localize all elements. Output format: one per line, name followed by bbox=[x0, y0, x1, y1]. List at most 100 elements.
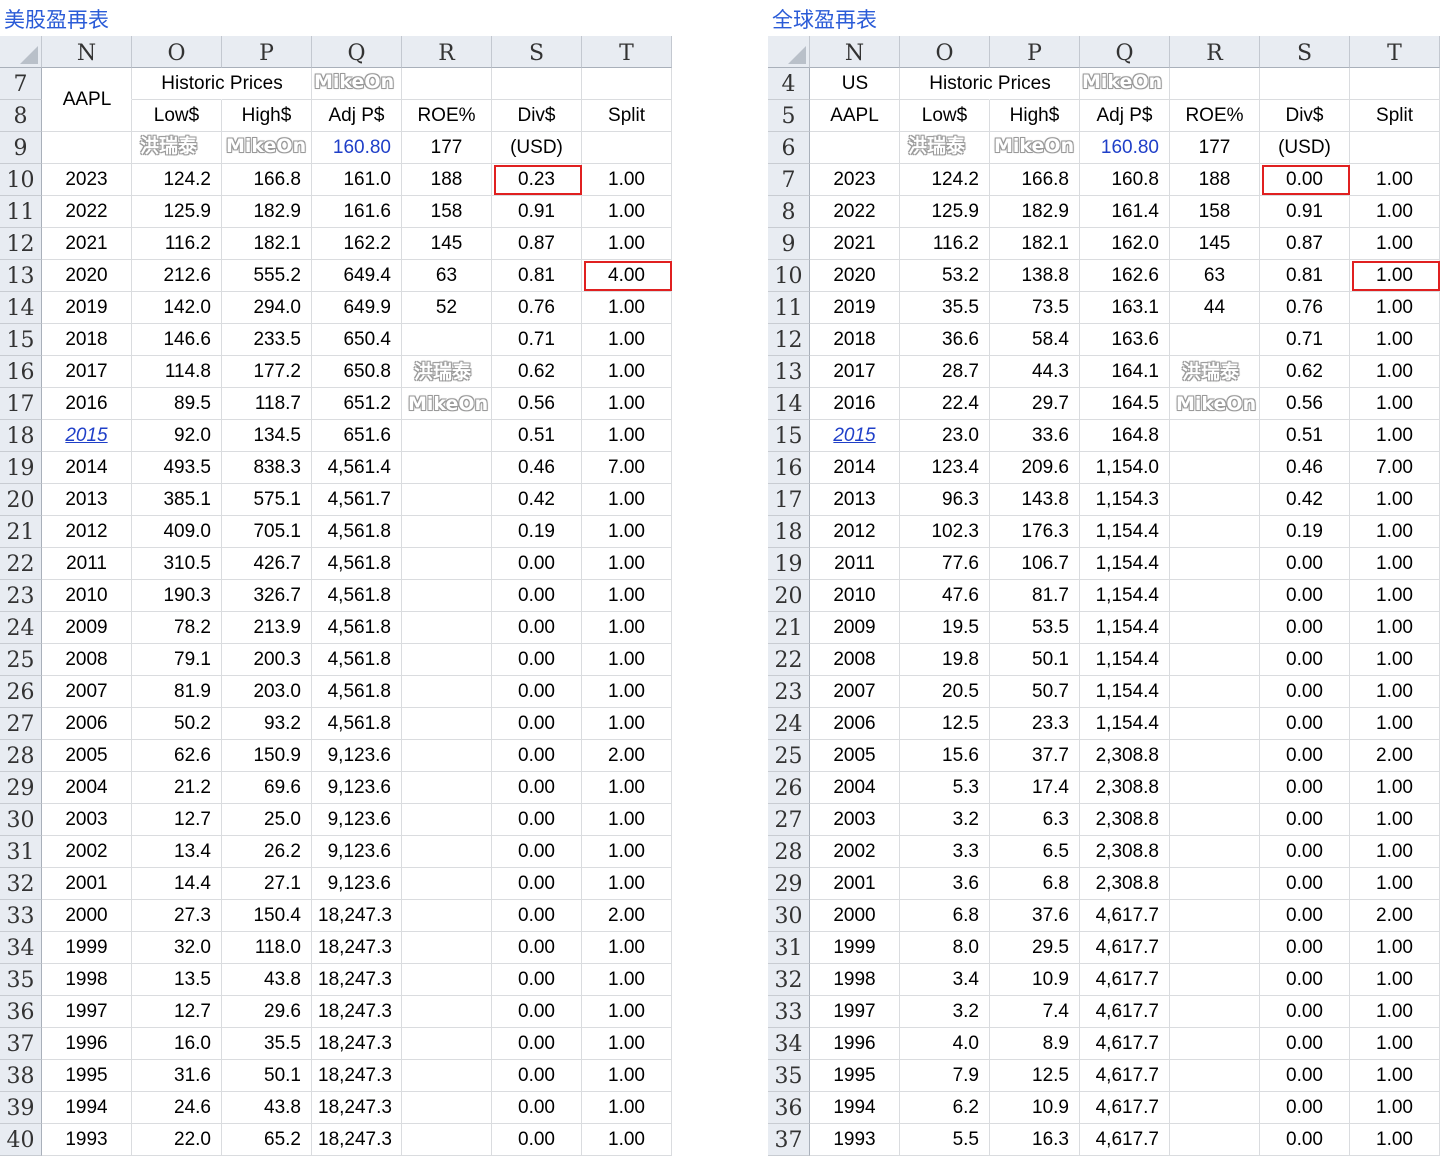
high-price-cell[interactable]: 33.6 bbox=[990, 420, 1080, 452]
roe-cell[interactable]: 52 bbox=[402, 292, 492, 324]
header-cell[interactable]: (USD) bbox=[1260, 132, 1350, 164]
adj-price-cell[interactable]: 650.4 bbox=[312, 324, 402, 356]
low-price-cell[interactable]: 124.2 bbox=[132, 164, 222, 196]
low-price-cell[interactable]: 6.2 bbox=[900, 1092, 990, 1124]
adj-price-cell[interactable]: 4,617.7 bbox=[1080, 1124, 1170, 1156]
roe-cell[interactable] bbox=[1170, 932, 1260, 964]
header-cell[interactable]: AAPL bbox=[810, 100, 900, 132]
dividend-cell[interactable]: 0.00 bbox=[1260, 1092, 1350, 1124]
low-price-cell[interactable]: 493.5 bbox=[132, 452, 222, 484]
roe-cell[interactable] bbox=[402, 420, 492, 452]
dividend-cell[interactable]: 0.00 bbox=[492, 612, 582, 644]
high-price-cell[interactable]: 37.6 bbox=[990, 900, 1080, 932]
high-price-cell[interactable]: 10.9 bbox=[990, 964, 1080, 996]
dividend-cell[interactable]: 0.51 bbox=[492, 420, 582, 452]
roe-cell[interactable]: 188 bbox=[402, 164, 492, 196]
column-header-s[interactable]: S bbox=[492, 36, 582, 68]
year-cell[interactable]: 2000 bbox=[810, 900, 900, 932]
year-cell[interactable]: 2013 bbox=[42, 484, 132, 516]
roe-cell[interactable] bbox=[1170, 516, 1260, 548]
dividend-cell[interactable]: 0.71 bbox=[1260, 324, 1350, 356]
split-cell[interactable]: 1.00 bbox=[582, 228, 672, 260]
roe-cell[interactable] bbox=[1170, 1124, 1260, 1156]
adj-price-cell[interactable]: 18,247.3 bbox=[312, 996, 402, 1028]
split-cell[interactable]: 2.00 bbox=[1350, 900, 1440, 932]
split-cell[interactable]: 1.00 bbox=[1350, 644, 1440, 676]
row-header[interactable]: 35 bbox=[0, 964, 42, 996]
year-cell[interactable]: 2008 bbox=[810, 644, 900, 676]
high-price-cell[interactable]: 27.1 bbox=[222, 868, 312, 900]
header-cell[interactable] bbox=[1260, 68, 1350, 100]
high-price-cell[interactable]: 35.5 bbox=[222, 1028, 312, 1060]
header-cell[interactable]: 160.80 bbox=[1080, 132, 1170, 164]
low-price-cell[interactable]: 77.6 bbox=[900, 548, 990, 580]
dividend-cell[interactable]: 0.00 bbox=[1260, 932, 1350, 964]
low-price-cell[interactable]: 4.0 bbox=[900, 1028, 990, 1060]
split-cell[interactable]: 1.00 bbox=[582, 932, 672, 964]
low-price-cell[interactable]: 3.6 bbox=[900, 868, 990, 900]
row-header[interactable]: 25 bbox=[0, 644, 42, 676]
row-header[interactable]: 10 bbox=[768, 260, 810, 292]
year-cell[interactable]: 2019 bbox=[42, 292, 132, 324]
row-header[interactable]: 22 bbox=[0, 548, 42, 580]
row-header[interactable]: 28 bbox=[768, 836, 810, 868]
adj-price-cell[interactable]: 18,247.3 bbox=[312, 1060, 402, 1092]
split-cell[interactable]: 1.00 bbox=[582, 836, 672, 868]
row-header[interactable]: 21 bbox=[0, 516, 42, 548]
dividend-cell[interactable]: 0.00 bbox=[492, 644, 582, 676]
high-price-cell[interactable]: 69.6 bbox=[222, 772, 312, 804]
year-cell[interactable]: 1994 bbox=[810, 1092, 900, 1124]
roe-cell[interactable] bbox=[1170, 484, 1260, 516]
row-header[interactable]: 20 bbox=[768, 580, 810, 612]
dividend-cell[interactable]: 0.81 bbox=[1260, 260, 1350, 292]
dividend-cell[interactable]: 0.87 bbox=[492, 228, 582, 260]
high-price-cell[interactable]: 294.0 bbox=[222, 292, 312, 324]
split-cell[interactable]: 1.00 bbox=[582, 164, 672, 196]
dividend-cell[interactable]: 0.00 bbox=[492, 772, 582, 804]
high-price-cell[interactable]: 166.8 bbox=[990, 164, 1080, 196]
header-cell[interactable] bbox=[582, 68, 672, 100]
split-cell[interactable]: 1.00 bbox=[1350, 1028, 1440, 1060]
year-cell[interactable]: 2018 bbox=[810, 324, 900, 356]
year-cell[interactable]: 1993 bbox=[42, 1124, 132, 1156]
roe-cell[interactable] bbox=[1170, 1060, 1260, 1092]
adj-price-cell[interactable]: 4,617.7 bbox=[1080, 964, 1170, 996]
adj-price-cell[interactable]: 9,123.6 bbox=[312, 868, 402, 900]
roe-cell[interactable] bbox=[402, 1028, 492, 1060]
year-cell[interactable]: 1995 bbox=[810, 1060, 900, 1092]
row-header[interactable]: 9 bbox=[768, 228, 810, 260]
high-price-cell[interactable]: 17.4 bbox=[990, 772, 1080, 804]
adj-price-cell[interactable]: 162.0 bbox=[1080, 228, 1170, 260]
dividend-cell[interactable]: 0.00 bbox=[1260, 1028, 1350, 1060]
year-cell[interactable]: 1998 bbox=[810, 964, 900, 996]
split-cell[interactable]: 1.00 bbox=[1350, 260, 1440, 292]
high-price-cell[interactable]: 50.1 bbox=[222, 1060, 312, 1092]
row-header[interactable]: 37 bbox=[0, 1028, 42, 1060]
row-header[interactable]: 19 bbox=[768, 548, 810, 580]
dividend-cell[interactable]: 0.91 bbox=[492, 196, 582, 228]
adj-price-cell[interactable]: 162.2 bbox=[312, 228, 402, 260]
split-cell[interactable]: 1.00 bbox=[1350, 1060, 1440, 1092]
split-cell[interactable]: 1.00 bbox=[582, 484, 672, 516]
adj-price-cell[interactable]: 4,617.7 bbox=[1080, 1060, 1170, 1092]
dividend-cell[interactable]: 0.00 bbox=[492, 836, 582, 868]
high-price-cell[interactable]: 177.2 bbox=[222, 356, 312, 388]
dividend-cell[interactable]: 0.56 bbox=[492, 388, 582, 420]
low-price-cell[interactable]: 22.0 bbox=[132, 1124, 222, 1156]
adj-price-cell[interactable]: 4,561.8 bbox=[312, 612, 402, 644]
dividend-cell[interactable]: 0.00 bbox=[1260, 772, 1350, 804]
low-price-cell[interactable]: 13.5 bbox=[132, 964, 222, 996]
roe-cell[interactable] bbox=[1170, 1028, 1260, 1060]
row-header[interactable]: 12 bbox=[0, 228, 42, 260]
roe-cell[interactable] bbox=[402, 1124, 492, 1156]
row-header[interactable]: 24 bbox=[768, 708, 810, 740]
dividend-cell[interactable]: 0.87 bbox=[1260, 228, 1350, 260]
roe-cell[interactable]: 145 bbox=[1170, 228, 1260, 260]
split-cell[interactable]: 1.00 bbox=[582, 676, 672, 708]
adj-price-cell[interactable]: 4,561.7 bbox=[312, 484, 402, 516]
split-cell[interactable]: 1.00 bbox=[1350, 164, 1440, 196]
year-cell[interactable]: 2020 bbox=[42, 260, 132, 292]
row-header[interactable]: 20 bbox=[0, 484, 42, 516]
header-cell[interactable] bbox=[1350, 132, 1440, 164]
high-price-cell[interactable]: 65.2 bbox=[222, 1124, 312, 1156]
